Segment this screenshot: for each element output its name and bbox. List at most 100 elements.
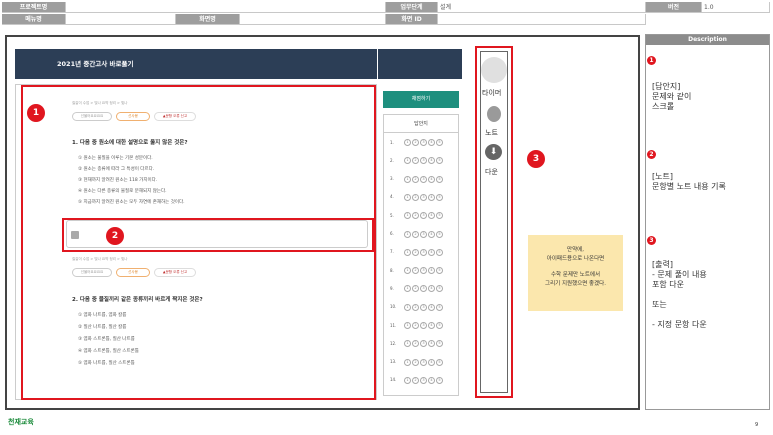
q2-option[interactable]: ① 염화 나트륨, 염화 칼륨 — [78, 312, 126, 318]
answer-choice-bubble[interactable]: 3 — [420, 212, 427, 220]
q1-tag-a[interactable]: 선물어요요요요 — [72, 112, 112, 121]
answer-choice-bubble[interactable]: 3 — [420, 193, 427, 201]
answer-choice-bubble[interactable]: 1 — [404, 376, 411, 384]
answer-row: 12. 1 2 3 4 5 — [390, 340, 443, 348]
answer-row-number: 8. — [390, 267, 394, 273]
q1-option[interactable]: ② 원소는 종류에 따라 그 특성이 다르다. — [78, 166, 154, 172]
answer-choice-bubble[interactable]: 1 — [404, 340, 411, 348]
answer-choice-bubble[interactable]: 4 — [428, 212, 435, 220]
answer-choice-bubble[interactable]: 2 — [412, 248, 419, 256]
answer-choice-bubble[interactable]: 2 — [412, 193, 419, 201]
answer-choice-bubble[interactable]: 4 — [428, 175, 435, 183]
answer-choice-bubble[interactable]: 4 — [428, 230, 435, 238]
answer-choice-bubble[interactable]: 5 — [436, 322, 443, 329]
answer-choice-bubble[interactable]: 2 — [412, 212, 419, 220]
q1-option[interactable]: ④ 원소는 다른 종류의 물질로 분해되지 않는다. — [78, 188, 167, 194]
answer-choice-bubble[interactable]: 5 — [436, 303, 443, 311]
q2-report-error-button[interactable]: ▲문항 오류 신고 — [154, 268, 196, 277]
answer-choice-bubble[interactable]: 3 — [420, 139, 427, 146]
answer-choice-bubble[interactable]: 4 — [428, 358, 435, 366]
answer-choice-bubble[interactable]: 5 — [436, 212, 443, 220]
answer-choice-bubble[interactable]: 2 — [412, 157, 419, 165]
answer-choice-bubble[interactable]: 2 — [412, 322, 419, 329]
q1-tag-b[interactable]: 선사봉 — [116, 112, 150, 121]
answer-choice-bubble[interactable]: 3 — [420, 303, 427, 311]
note-icon[interactable] — [487, 106, 501, 122]
answer-choice-bubble[interactable]: 5 — [436, 193, 443, 201]
q2-option[interactable]: ⑤ 염화 나트륨, 질산 스트론튬 — [78, 360, 135, 366]
answer-sheet[interactable]: 답안지 1. 1 2 3 4 5 2. 1 2 3 4 5 3. 1 2 3 4 5 4. 1 2 3 4 5 5. 1 2 3 4 5 6… — [383, 114, 459, 396]
download-icon[interactable]: ⬇ — [485, 144, 502, 160]
answer-choice-bubble[interactable]: 3 — [420, 358, 427, 366]
answer-choice-bubble[interactable]: 4 — [428, 193, 435, 201]
answer-choice-bubble[interactable]: 2 — [412, 376, 419, 384]
q1-report-error-button[interactable]: ▲문항 오류 신고 — [154, 112, 196, 121]
answer-choice-bubble[interactable]: 1 — [404, 175, 411, 183]
answer-choice-bubble[interactable]: 1 — [404, 248, 411, 256]
q2-tag-a[interactable]: 선물어요요요요 — [72, 268, 112, 277]
answer-choice-bubble[interactable]: 4 — [428, 303, 435, 311]
answer-choice-bubble[interactable]: 2 — [412, 303, 419, 311]
answer-choice-bubble[interactable]: 5 — [436, 267, 443, 275]
q1-option[interactable]: ① 원소는 물질을 이루는 기본 성분이다. — [78, 155, 153, 161]
q2-option[interactable]: ③ 염화 스트론튬, 질산 나트륨 — [78, 336, 135, 342]
answer-choice-bubble[interactable]: 3 — [420, 285, 427, 293]
answer-row-number: 14. — [390, 377, 397, 383]
answer-choice-bubble[interactable]: 5 — [436, 376, 443, 384]
answer-choice-bubble[interactable]: 1 — [404, 157, 411, 165]
grade-button[interactable]: 채점하기 — [383, 91, 459, 108]
answer-choice-bubble[interactable]: 5 — [436, 248, 443, 256]
answer-choice-bubble[interactable]: 4 — [428, 139, 435, 146]
answer-choice-bubble[interactable]: 2 — [412, 175, 419, 183]
answer-choice-bubble[interactable]: 4 — [428, 376, 435, 384]
answer-choice-bubble[interactable]: 1 — [404, 322, 411, 329]
answer-choice-bubble[interactable]: 2 — [412, 230, 419, 238]
q2-option[interactable]: ② 질산 나트륨, 질산 칼륨 — [78, 324, 126, 330]
answer-choice-bubble[interactable]: 3 — [420, 376, 427, 384]
timer-icon[interactable] — [481, 57, 507, 83]
timer-label[interactable]: 타이머 — [482, 88, 501, 98]
answer-choice-bubble[interactable]: 3 — [420, 230, 427, 238]
answer-choice-bubble[interactable]: 2 — [412, 139, 419, 146]
answer-choice-bubble[interactable]: 4 — [428, 340, 435, 348]
answer-choice-bubble[interactable]: 4 — [428, 322, 435, 329]
answer-choice-bubble[interactable]: 3 — [420, 157, 427, 165]
q1-option[interactable]: ③ 현재까지 알려진 원소는 118 가지이다. — [78, 177, 157, 183]
answer-choice-bubble[interactable]: 4 — [428, 248, 435, 256]
desc-line — [652, 290, 707, 300]
answer-choice-bubble[interactable]: 1 — [404, 193, 411, 201]
q1-option[interactable]: ⑤ 지금까지 알려진 원소는 모두 자연에 존재하는 것이다. — [78, 199, 185, 205]
answer-choice-bubble[interactable]: 4 — [428, 267, 435, 275]
answer-choice-bubble[interactable]: 1 — [404, 285, 411, 293]
answer-choice-bubble[interactable]: 5 — [436, 139, 443, 146]
answer-choice-bubble[interactable]: 2 — [412, 267, 419, 275]
answer-choice-bubble[interactable]: 3 — [420, 175, 427, 183]
answer-choice-bubble[interactable]: 5 — [436, 340, 443, 348]
answer-choice-bubble[interactable]: 5 — [436, 358, 443, 366]
answer-choice-bubble[interactable]: 1 — [404, 303, 411, 311]
q2-option[interactable]: ④ 염화 스트론튬, 질산 스트론튬 — [78, 348, 139, 354]
answer-choice-bubble[interactable]: 2 — [412, 358, 419, 366]
answer-choice-bubble[interactable]: 3 — [420, 248, 427, 256]
answer-choice-bubble[interactable]: 3 — [420, 267, 427, 275]
answer-choice-bubble[interactable]: 1 — [404, 139, 411, 146]
answer-choice-bubble[interactable]: 2 — [412, 340, 419, 348]
answer-choice-bubble[interactable]: 5 — [436, 285, 443, 293]
download-label[interactable]: 다운 — [485, 167, 498, 177]
q2-tag-b[interactable]: 선사봉 — [116, 268, 150, 277]
answer-choice-bubble[interactable]: 3 — [420, 322, 427, 329]
answer-choice-bubble[interactable]: 2 — [412, 285, 419, 293]
answer-choice-bubble[interactable]: 5 — [436, 175, 443, 183]
answer-choice-bubble[interactable]: 1 — [404, 358, 411, 366]
desc-line: 문항별 노트 내용 기록 — [652, 182, 726, 191]
answer-choice-bubble[interactable]: 4 — [428, 157, 435, 165]
answer-choice-bubble[interactable]: 3 — [420, 340, 427, 348]
screen-name-value — [240, 14, 386, 25]
answer-choice-bubble[interactable]: 1 — [404, 230, 411, 238]
answer-choice-bubble[interactable]: 5 — [436, 157, 443, 165]
answer-choice-bubble[interactable]: 4 — [428, 285, 435, 293]
answer-choice-bubble[interactable]: 1 — [404, 212, 411, 220]
answer-choice-bubble[interactable]: 1 — [404, 267, 411, 275]
note-label[interactable]: 노트 — [485, 128, 498, 138]
answer-choice-bubble[interactable]: 5 — [436, 230, 443, 238]
